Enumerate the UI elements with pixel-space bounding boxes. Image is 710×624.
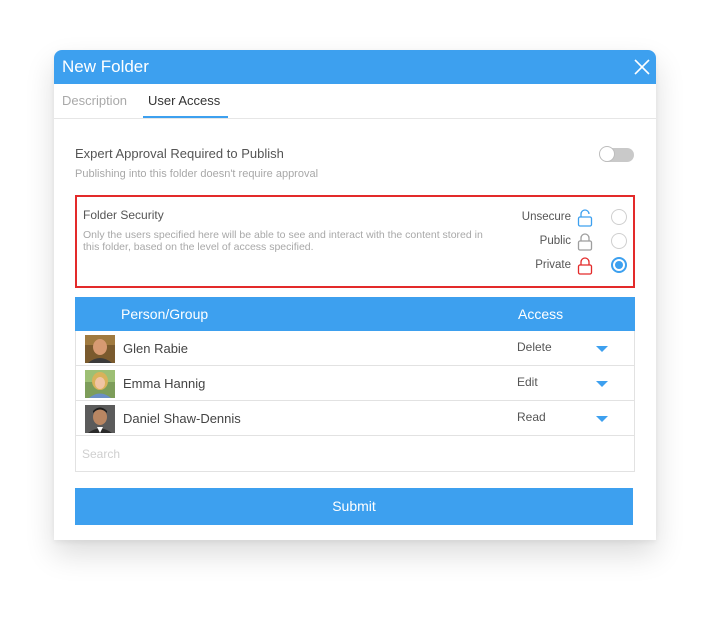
access-value[interactable]: Read [517,410,546,424]
security-option-unsecure[interactable]: Unsecure [487,209,627,227]
table-row: Daniel Shaw-Dennis Read [75,401,635,436]
toggle-knob [599,146,615,162]
person-name: Emma Hannig [123,376,206,391]
approval-title: Expert Approval Required to Publish [75,146,284,161]
table-row: Emma Hannig Edit [75,366,635,401]
option-label: Unsecure [521,211,571,223]
table-row: Glen Rabie Delete [75,331,635,366]
access-table: Person/Group Access Glen Rabie Delete Em… [75,297,635,472]
person-name: Daniel Shaw-Dennis [123,411,241,426]
unlocked-icon [577,209,593,227]
folder-security-description: Only the users specified here will be ab… [83,229,483,253]
folder-security-title: Folder Security [83,208,164,222]
chevron-down-icon[interactable] [596,416,608,422]
radio-private[interactable] [611,257,627,273]
table-header: Person/Group Access [75,297,635,331]
tab-bar: Description User Access [54,84,656,119]
radio-unsecure[interactable] [611,209,627,225]
approval-subtitle: Publishing into this folder doesn't requ… [75,168,319,180]
chevron-down-icon[interactable] [596,381,608,387]
submit-button[interactable]: Submit [75,488,633,525]
access-value[interactable]: Edit [517,375,538,389]
search-input[interactable] [80,442,624,466]
column-header-access: Access [518,306,564,322]
active-tab-indicator [143,116,228,118]
option-label: Public [539,235,571,247]
person-name: Glen Rabie [123,341,189,356]
tab-user-access[interactable]: User Access [148,93,220,108]
lock-icon [577,257,593,275]
approval-toggle[interactable] [599,146,634,162]
lock-icon [577,233,593,251]
avatar [85,335,115,363]
security-option-public[interactable]: Public [487,233,627,251]
avatar [85,405,115,433]
access-value[interactable]: Delete [517,340,552,354]
close-icon[interactable] [632,57,652,77]
new-folder-dialog: New Folder Description User Access Exper… [54,50,656,540]
chevron-down-icon[interactable] [596,346,608,352]
radio-public[interactable] [611,233,627,249]
column-header-person: Person/Group [121,306,209,322]
security-option-private[interactable]: Private [487,257,627,275]
folder-security-panel: Folder Security Only the users specified… [75,195,635,288]
option-label: Private [535,259,571,271]
avatar [85,370,115,398]
dialog-title: New Folder [62,57,149,76]
dialog-titlebar: New Folder [54,50,656,84]
tab-description[interactable]: Description [62,93,127,108]
search-row [75,436,635,472]
